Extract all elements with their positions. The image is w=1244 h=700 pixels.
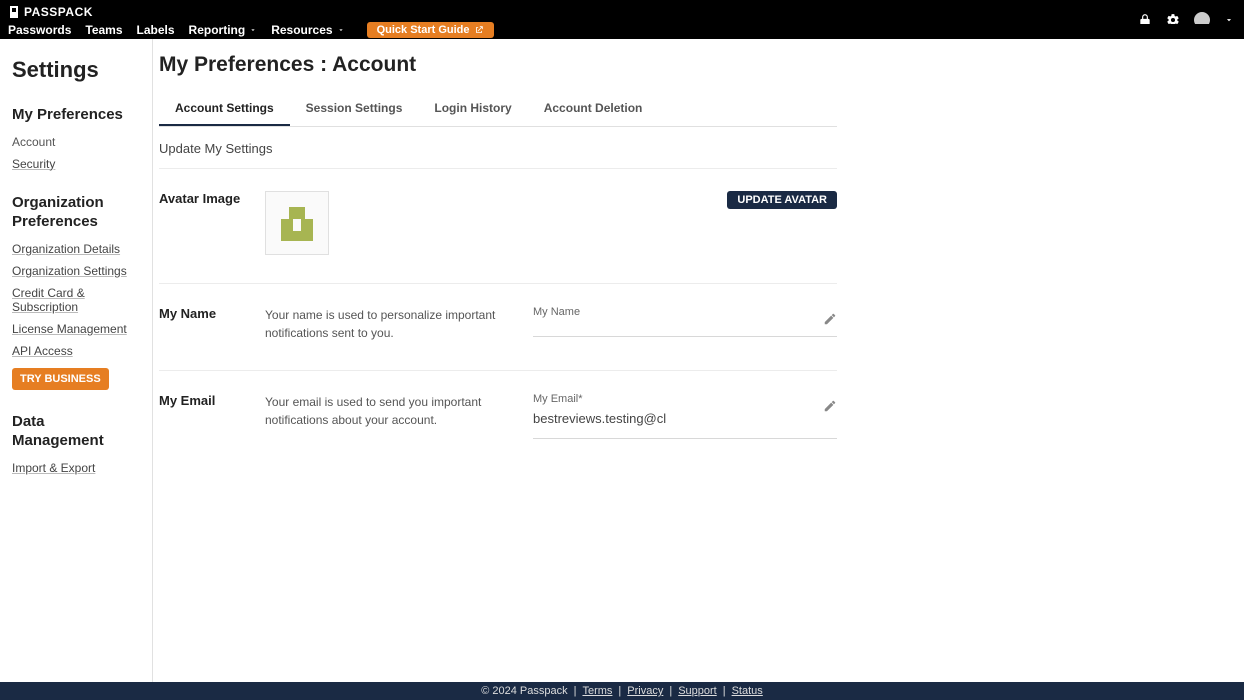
email-field: My Email* bestreviews.testing@cl — [533, 393, 837, 439]
edit-name-button[interactable] — [823, 312, 837, 326]
tabs: Account Settings Session Settings Login … — [159, 91, 837, 127]
tab-login-history[interactable]: Login History — [418, 91, 527, 126]
external-link-icon — [474, 25, 484, 35]
edit-email-button[interactable] — [823, 399, 837, 413]
name-field: My Name — [533, 306, 837, 337]
sidebar-section-my-preferences: My Preferences Account Security — [12, 105, 140, 171]
sidebar-link-license-mgmt[interactable]: License Management — [12, 322, 140, 336]
chevron-down-icon[interactable] — [1224, 15, 1234, 25]
email-section-body: Your email is used to send you important… — [265, 393, 837, 439]
footer-terms-link[interactable]: Terms — [582, 685, 612, 697]
email-field-label: My Email* — [533, 393, 837, 405]
chevron-down-icon — [337, 26, 345, 34]
chevron-down-icon — [249, 26, 257, 34]
name-section-body: Your name is used to personalize importa… — [265, 306, 837, 342]
sidebar-link-account[interactable]: Account — [12, 135, 140, 149]
nav-resources-label: Resources — [271, 23, 332, 37]
avatar-image-placeholder — [265, 191, 329, 255]
update-settings-heading: Update My Settings — [159, 127, 837, 169]
name-section-desc: Your name is used to personalize importa… — [265, 306, 523, 342]
sidebar-link-credit-card[interactable]: Credit Card & Subscription — [12, 286, 140, 314]
main-inner: My Preferences : Account Account Setting… — [159, 53, 837, 467]
page-body: Settings My Preferences Account Security… — [0, 39, 1244, 682]
logo-icon — [8, 6, 20, 18]
footer-sep: | — [723, 685, 726, 697]
sidebar-link-api-access[interactable]: API Access — [12, 344, 140, 358]
pencil-icon — [823, 399, 837, 413]
footer-status-link[interactable]: Status — [732, 685, 763, 697]
quick-start-button[interactable]: Quick Start Guide — [367, 22, 494, 38]
email-section-desc: Your email is used to send you important… — [265, 393, 523, 439]
footer-support-link[interactable]: Support — [678, 685, 717, 697]
sidebar-section-data-mgmt: Data Management Import & Export — [12, 412, 140, 475]
tab-account-settings[interactable]: Account Settings — [159, 91, 290, 126]
nav-teams[interactable]: Teams — [85, 23, 122, 37]
main-content: My Preferences : Account Account Setting… — [153, 39, 1244, 682]
avatar-placeholder-icon — [275, 201, 319, 245]
section-my-email: My Email Your email is used to send you … — [159, 371, 837, 467]
nav-passwords[interactable]: Passwords — [8, 23, 71, 37]
sidebar-link-import-export[interactable]: Import & Export — [12, 461, 140, 475]
email-section-label: My Email — [159, 393, 265, 439]
pencil-icon — [823, 312, 837, 326]
sidebar: Settings My Preferences Account Security… — [0, 39, 153, 682]
brand-logo: PASSPACK — [8, 5, 93, 19]
sidebar-link-org-settings[interactable]: Organization Settings — [12, 264, 140, 278]
nav-reporting-label: Reporting — [189, 23, 246, 37]
section-my-name: My Name Your name is used to personalize… — [159, 284, 837, 371]
sidebar-heading-data-mgmt: Data Management — [12, 412, 140, 451]
nav-labels[interactable]: Labels — [137, 23, 175, 37]
page-title: My Preferences : Account — [159, 53, 837, 77]
sidebar-link-security[interactable]: Security — [12, 157, 140, 171]
footer: © 2024 Passpack | Terms | Privacy | Supp… — [0, 682, 1244, 700]
avatar-section-body: UPDATE AVATAR — [265, 191, 837, 255]
sidebar-heading-my-preferences: My Preferences — [12, 105, 140, 125]
quick-start-label: Quick Start Guide — [377, 24, 470, 36]
avatar-section-label: Avatar Image — [159, 191, 265, 255]
brand-bar: PASSPACK — [0, 0, 1244, 24]
name-field-wrapper: My Name — [533, 306, 837, 342]
email-field-value: bestreviews.testing@cl — [533, 411, 837, 426]
tab-session-settings[interactable]: Session Settings — [290, 91, 419, 126]
footer-sep: | — [669, 685, 672, 697]
footer-privacy-link[interactable]: Privacy — [627, 685, 663, 697]
try-business-button[interactable]: TRY BUSINESS — [12, 368, 109, 390]
sidebar-title: Settings — [12, 57, 140, 83]
nav-reporting[interactable]: Reporting — [189, 23, 258, 37]
nav-resources[interactable]: Resources — [271, 23, 344, 37]
name-field-label: My Name — [533, 306, 837, 318]
brand-text: PASSPACK — [24, 5, 93, 19]
tab-account-deletion[interactable]: Account Deletion — [528, 91, 659, 126]
sidebar-link-org-details[interactable]: Organization Details — [12, 242, 140, 256]
sidebar-section-org-preferences: Organization Preferences Organization De… — [12, 193, 140, 390]
footer-sep: | — [618, 685, 621, 697]
section-avatar: Avatar Image UPDATE AVATAR — [159, 169, 837, 284]
name-section-label: My Name — [159, 306, 265, 342]
footer-copyright: © 2024 Passpack — [481, 685, 567, 697]
sidebar-heading-org-preferences: Organization Preferences — [12, 193, 140, 232]
email-field-wrapper: My Email* bestreviews.testing@cl — [533, 393, 837, 439]
nav-bar: Passwords Teams Labels Reporting Resourc… — [0, 24, 1244, 39]
footer-sep: | — [574, 685, 577, 697]
update-avatar-button[interactable]: UPDATE AVATAR — [727, 191, 837, 209]
